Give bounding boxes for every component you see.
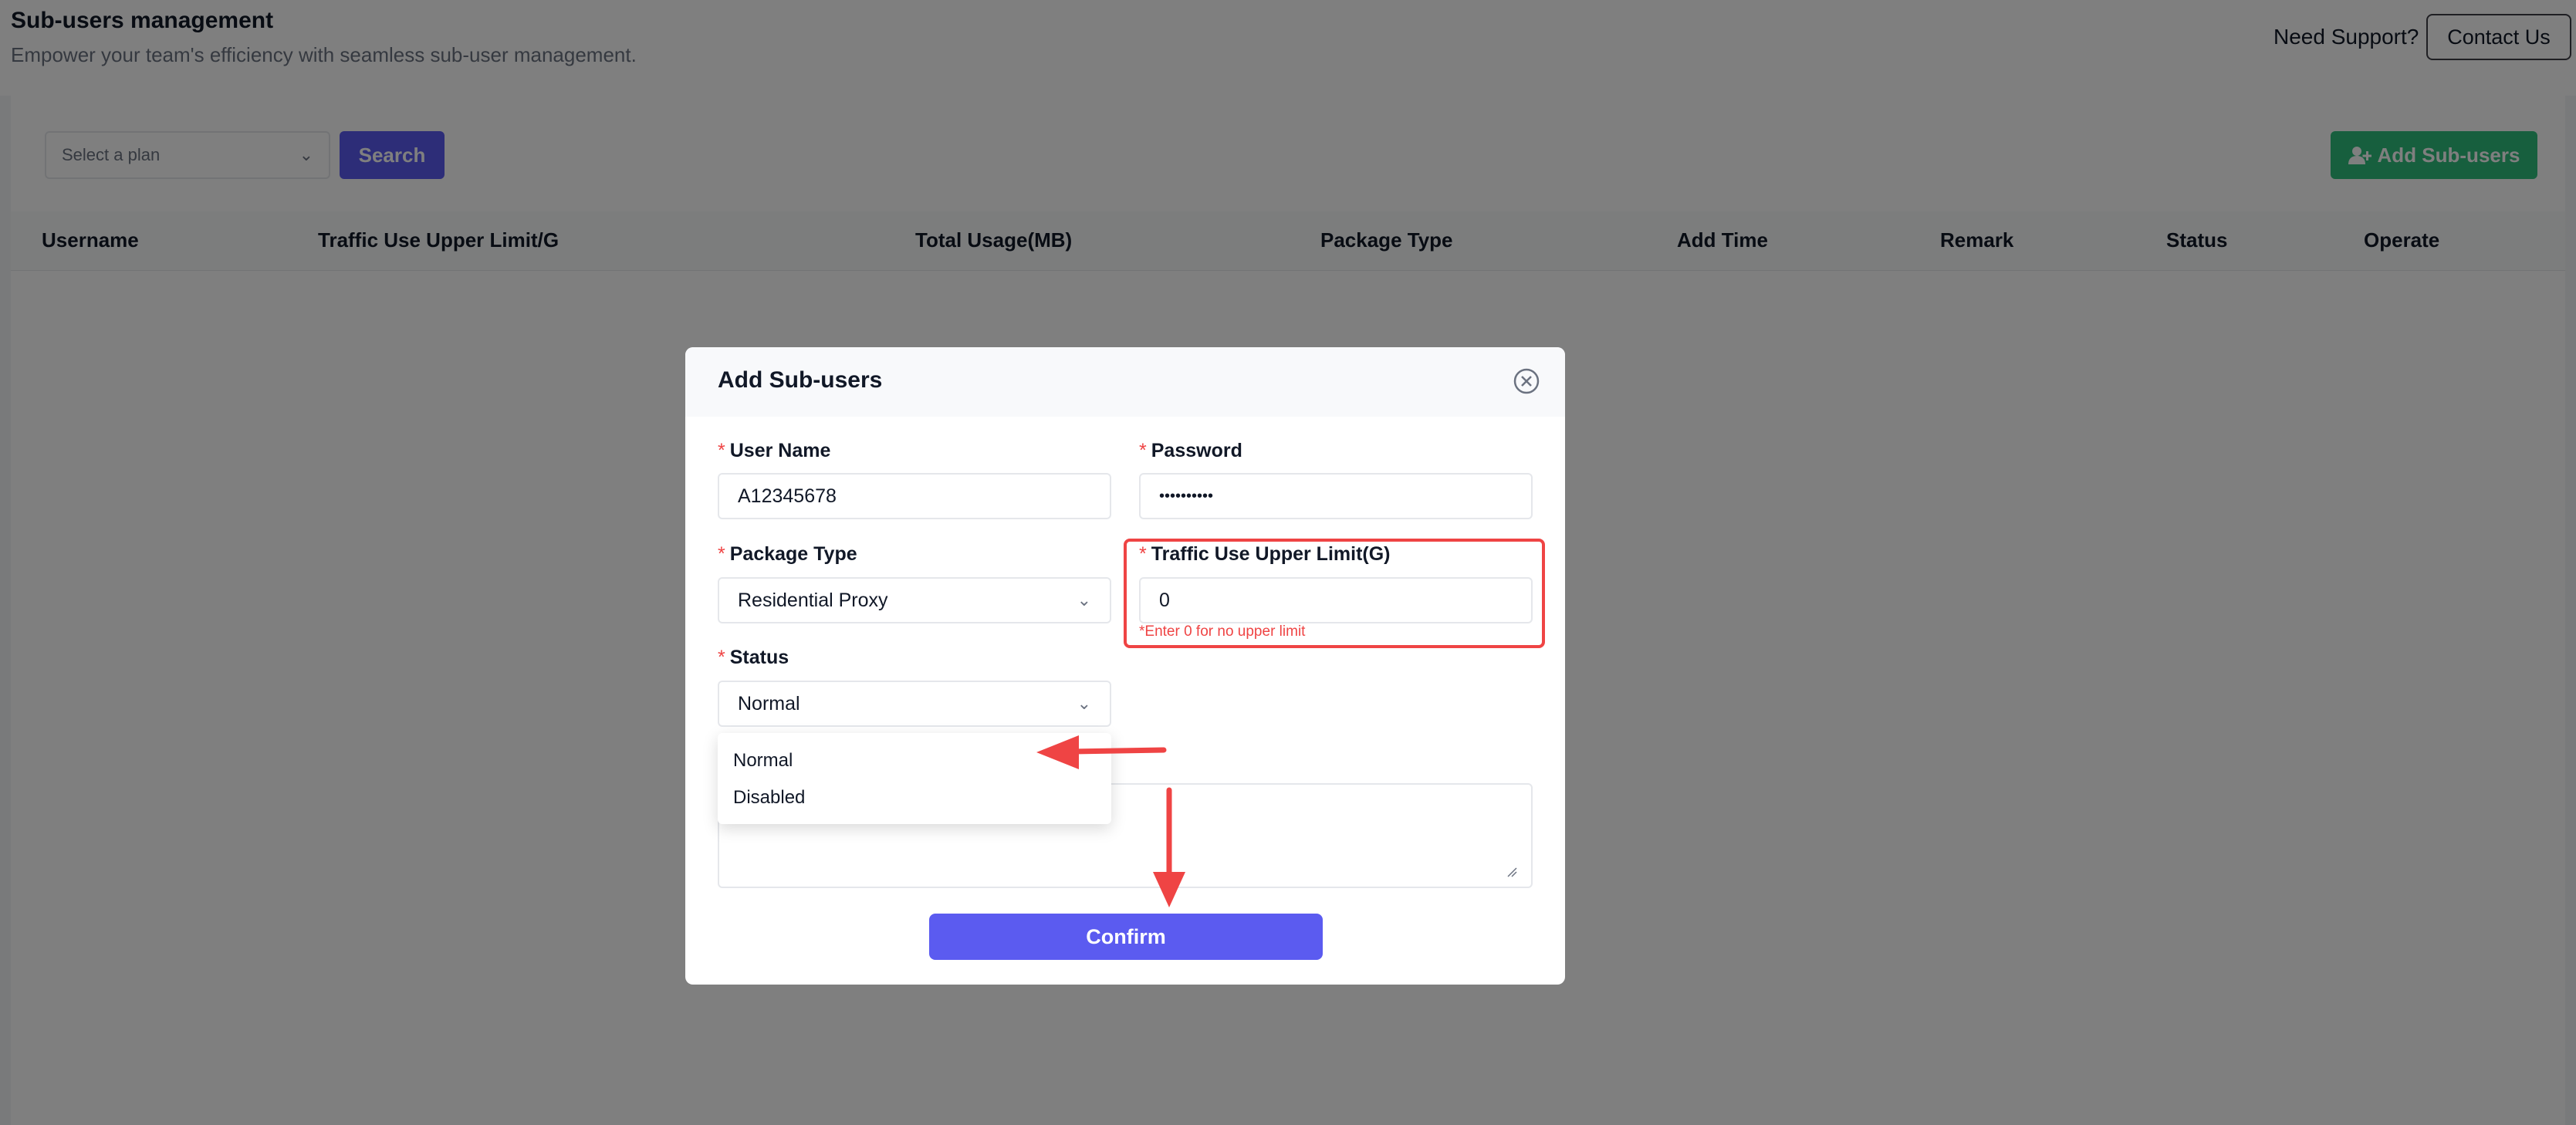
left-arrow-icon: [1036, 735, 1167, 769]
add-sub-users-modal: Add Sub-users * User Name A12345678 * Pass…: [685, 347, 1565, 985]
down-arrow-icon: [1153, 787, 1185, 907]
page: Sub-users management Empower your team's…: [0, 0, 2576, 1125]
annotation-arrows: [1036, 735, 1185, 907]
